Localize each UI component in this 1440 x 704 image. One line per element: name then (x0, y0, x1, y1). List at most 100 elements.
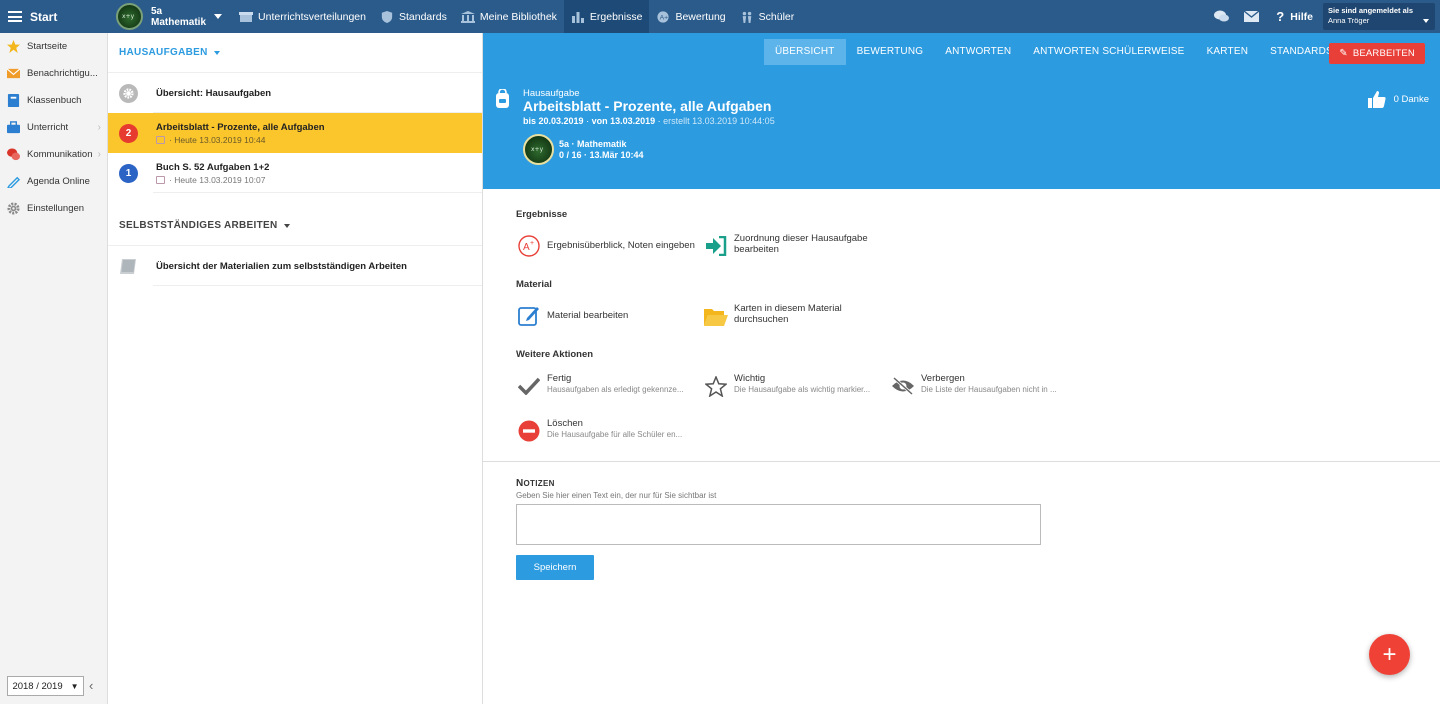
group-title-more-actions: Weitere Aktionen (516, 349, 594, 360)
list-item-date: Heute 13.03.2019 10:44 (174, 134, 266, 145)
list-item-homework[interactable]: 2 Arbeitsblatt - Prozente, alle Aufgaben… (108, 113, 482, 153)
sidebar-item-klassenbuch[interactable]: Klassenbuch (0, 87, 107, 114)
edit-material-action[interactable]: Material bearbeiten (516, 303, 703, 329)
svg-text:A: A (523, 242, 530, 253)
question-icon: ? (1276, 9, 1285, 24)
thanks-count: 0 Danke (1393, 94, 1429, 105)
tab-karten[interactable]: KARTEN (1196, 39, 1260, 65)
school-year-value: 2018 / 2019 (12, 680, 63, 692)
hamburger-icon (8, 11, 22, 22)
nav-bewertung[interactable]: A+ Bewertung (649, 0, 732, 33)
nav-label: Schüler (758, 10, 795, 23)
edit-button[interactable]: ✎ BEARBEITEN (1329, 43, 1425, 64)
notes-textarea[interactable] (516, 504, 1041, 545)
course-avatar (116, 3, 143, 30)
save-button[interactable]: Speichern (516, 555, 594, 580)
tab-antworten[interactable]: ANTWORTEN (934, 39, 1022, 65)
sidebar-item-kommunikation[interactable]: Kommunikation › (0, 141, 107, 168)
sidebar-item-einstellungen[interactable]: Einstellungen (0, 195, 107, 222)
help-label: Hilfe (1290, 10, 1313, 23)
thanks-button[interactable]: 0 Danke (1367, 91, 1429, 108)
action-description: Hausaufgaben als erledigt gekennze... (547, 385, 684, 394)
book-stack-icon (120, 258, 136, 274)
sidebar-item-unterricht[interactable]: Unterricht › (0, 114, 107, 141)
list-item-homework[interactable]: 1 Buch S. 52 Aufgaben 1+2 · Heute 13.03.… (108, 153, 482, 193)
assignment-edit-action[interactable]: Zuordnung dieser Hausaufgabe bearbeiten (703, 233, 890, 259)
list-item-title: Übersicht: Hausaufgaben (156, 87, 272, 99)
course-stats: 0 / 16 · 13.Mär 10:44 (559, 149, 644, 160)
self-study-section-header[interactable]: SELBSTSTÄNDIGES ARBEITEN (108, 206, 482, 246)
book-icon (7, 94, 20, 107)
list-item-title: Buch S. 52 Aufgaben 1+2 (156, 161, 270, 173)
start-menu-button[interactable]: Start (0, 0, 108, 33)
detail-panel: ÜBERSICHT BEWERTUNG ANTWORTEN ANTWORTEN … (483, 33, 1440, 704)
delete-action[interactable]: Löschen Die Hausaufgabe für alle Schüler… (516, 418, 703, 444)
nav-unterrichtsverteilungen[interactable]: Unterrichtsverteilungen (232, 0, 373, 33)
envelope-icon (1243, 11, 1259, 22)
mark-done-action[interactable]: Fertig Hausaufgaben als erledigt gekennz… (516, 373, 703, 399)
sidebar-item-label: Einstellungen (27, 203, 85, 214)
briefcase-icon (7, 121, 20, 134)
svg-text:+: + (530, 240, 534, 247)
action-label: Karten in diesem Material (734, 303, 842, 314)
chevron-right-icon: › (97, 122, 101, 133)
pen-icon (7, 176, 20, 188)
nav-standards[interactable]: Standards (373, 0, 454, 33)
gear-badge-icon (119, 83, 138, 103)
start-label: Start (30, 9, 58, 24)
sidebar: Startseite Benachrichtigu... Klassenbuch… (0, 33, 108, 704)
chat-button[interactable] (1206, 10, 1236, 23)
section-title: SELBSTSTÄNDIGES ARBEITEN (119, 220, 278, 231)
backpack-icon (496, 89, 509, 108)
chevron-right-icon: › (97, 149, 101, 160)
school-year-select[interactable]: 2018 / 2019 ▼ (7, 676, 84, 696)
checkmark-icon (516, 373, 542, 399)
group-title-results: Ergebnisse (516, 209, 568, 220)
action-label: Wichtig (734, 373, 766, 384)
list-item-self-study-overview[interactable]: Übersicht der Materialien zum selbststän… (108, 246, 482, 286)
notes-title-rest: OTIZEN (523, 479, 555, 488)
nav-ergebnisse[interactable]: Ergebnisse (563, 0, 650, 33)
nav-schueler[interactable]: Schüler (733, 0, 802, 33)
mark-important-action[interactable]: Wichtig Die Hausaufgabe als wichtig mark… (703, 373, 890, 399)
sidebar-item-label: Startseite (27, 41, 68, 52)
sidebar-item-label: Agenda Online (27, 176, 90, 187)
box-icon (239, 11, 254, 22)
sidebar-item-label: Benachrichtigu... (27, 68, 98, 79)
tab-bewertung[interactable]: BEWERTUNG (846, 39, 935, 65)
count-badge: 1 (119, 163, 138, 183)
chevron-down-icon (1423, 19, 1429, 23)
action-label: Löschen (547, 418, 583, 429)
action-description: Die Hausaufgabe für alle Schüler en... (547, 430, 683, 439)
list-item-date: Heute 13.03.2019 10:07 (174, 174, 266, 185)
course-switcher[interactable]: 5a Mathematik (108, 0, 232, 33)
sidebar-item-agenda-online[interactable]: Agenda Online (0, 168, 107, 195)
checkbox-icon (156, 135, 165, 144)
search-cards-action[interactable]: Karten in diesem Material durchsuchen (703, 303, 890, 329)
add-fab-button[interactable]: + (1369, 634, 1410, 675)
action-label: Zuordnung dieser Hausaufgabe (734, 233, 868, 244)
tab-antworten-schuelerweise[interactable]: ANTWORTEN SCHÜLERWEISE (1022, 39, 1195, 65)
nav-meine-bibliothek[interactable]: Meine Bibliothek (454, 0, 564, 33)
sidebar-item-benachrichtigungen[interactable]: Benachrichtigu... (0, 60, 107, 87)
tab-uebersicht[interactable]: ÜBERSICHT (764, 38, 846, 65)
library-icon (460, 10, 475, 23)
collapse-sidebar-icon[interactable]: ‹ (89, 678, 93, 693)
user-menu[interactable]: Sie sind angemeldet als Anna Tröger (1323, 3, 1435, 30)
bar-chart-icon (571, 11, 584, 23)
sign-in-icon (703, 233, 729, 259)
results-overview-action[interactable]: A + Ergebnisüberblick, Noten eingeben (516, 233, 703, 259)
action-description: Die Hausaufgabe als wichtig markier... (734, 385, 871, 394)
mail-button[interactable] (1236, 11, 1266, 22)
assigned-course[interactable]: 5a · Mathematik 0 / 16 · 13.Mär 10:44 (523, 134, 644, 165)
course-name: 5a · Mathematik (559, 138, 627, 149)
homework-section-header[interactable]: HAUSAUFGABEN (108, 33, 482, 73)
list-item-overview[interactable]: Übersicht: Hausaufgaben (108, 73, 482, 113)
help-button[interactable]: ? Hilfe (1266, 9, 1323, 24)
hide-action[interactable]: Verbergen Die Liste der Hausaufgaben nic… (890, 373, 1077, 399)
checkbox-icon (156, 175, 165, 184)
course-class: 5a (151, 5, 163, 17)
group-title-material: Material (516, 279, 552, 290)
star-outline-icon (703, 373, 729, 399)
sidebar-item-startseite[interactable]: Startseite (0, 33, 107, 60)
